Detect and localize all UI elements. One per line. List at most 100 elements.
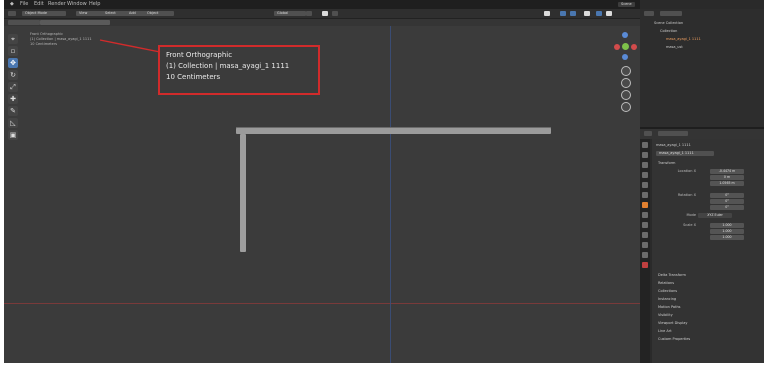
rotation-z-field[interactable]: 0° xyxy=(710,205,744,210)
custom-properties-section[interactable]: Custom Properties xyxy=(658,337,690,341)
view-menu[interactable]: View xyxy=(76,11,104,16)
outliner-editor-icon[interactable] xyxy=(644,11,654,16)
viewport-info-small: Front Orthographic (1) Collection | masa… xyxy=(30,32,92,47)
object-properties: masa_ayagi_1 1111 masa_ayagi_1 1111 Tran… xyxy=(652,139,764,363)
snap-icon[interactable] xyxy=(322,11,328,16)
x-axis-gizmo-icon[interactable] xyxy=(631,44,637,50)
z-axis-gizmo-icon[interactable] xyxy=(622,32,628,38)
shading-solid-icon[interactable] xyxy=(596,11,602,16)
rotation-mode-select[interactable]: XYZ Euler xyxy=(698,213,732,218)
object-tab-icon[interactable] xyxy=(642,202,648,208)
scale-icon[interactable]: ⤢ xyxy=(8,82,18,92)
outliner: Scene Collection Collection masa_ayagi_1… xyxy=(640,9,764,129)
properties-search-input[interactable] xyxy=(658,131,688,136)
physics-tab-icon[interactable] xyxy=(642,232,648,238)
viewport-display-section[interactable]: Viewport Display xyxy=(658,321,688,325)
y-axis-gizmo-icon[interactable] xyxy=(622,43,629,50)
menu-render[interactable]: Render xyxy=(48,1,66,8)
scene-collection-row[interactable]: Scene Collection xyxy=(654,21,683,25)
world-tab-icon[interactable] xyxy=(642,192,648,198)
rotation-mode-label: Mode xyxy=(686,213,696,217)
vertical-leg-object[interactable] xyxy=(240,134,246,252)
scale-z-field[interactable]: 1.000 xyxy=(710,235,744,240)
delta-transform-section[interactable]: Delta Transform xyxy=(658,273,686,277)
outliner-object-row[interactable]: masa_ayagi_1 1111 xyxy=(666,37,701,41)
outliner-object-row[interactable]: masa_ust xyxy=(666,45,683,49)
cursor-icon[interactable]: ⌖ xyxy=(8,34,18,44)
visibility-section[interactable]: Visibility xyxy=(658,313,673,317)
perspective-toggle-icon[interactable] xyxy=(621,102,631,112)
rotation-y-field[interactable]: 0° xyxy=(710,199,744,204)
drag-option[interactable] xyxy=(64,20,88,25)
select-box-icon[interactable]: ▫ xyxy=(8,46,18,56)
rotate-icon[interactable]: ↻ xyxy=(8,70,18,80)
location-x-field[interactable]: -0.4474 m xyxy=(710,169,744,174)
pivot-icon[interactable] xyxy=(306,11,312,16)
tweak-option[interactable] xyxy=(86,20,110,25)
3d-viewport[interactable]: Front Orthographic (1) Collection | masa… xyxy=(4,26,640,363)
shading-material-icon[interactable] xyxy=(606,11,612,16)
gizmo-icon[interactable] xyxy=(560,11,566,16)
particles-tab-icon[interactable] xyxy=(642,222,648,228)
add-menu[interactable]: Add xyxy=(126,11,146,16)
measure-icon[interactable]: ◺ xyxy=(8,118,18,128)
object-name-field[interactable]: masa_ayagi_1 1111 xyxy=(656,151,714,156)
relations-section[interactable]: Relations xyxy=(658,281,674,285)
transform-orientation-selector[interactable]: Global xyxy=(274,11,306,16)
add-cube-icon[interactable]: ▣ xyxy=(8,130,18,140)
menu-window[interactable]: Window xyxy=(67,1,87,8)
menu-help[interactable]: Help xyxy=(89,1,100,8)
collection-text: (1) Collection | masa_ayagi_1 1111 xyxy=(166,62,290,70)
scene-tab-icon[interactable] xyxy=(642,182,648,188)
editor-type-icon[interactable] xyxy=(8,11,16,16)
z-neg-gizmo-icon[interactable] xyxy=(622,54,628,60)
tool-settings-selector[interactable] xyxy=(8,20,40,25)
horizontal-beam-object[interactable] xyxy=(236,127,551,134)
output-tab-icon[interactable] xyxy=(642,162,648,168)
camera-view-icon[interactable] xyxy=(621,90,631,100)
transform-section-header[interactable]: Transform xyxy=(658,161,675,165)
render-tab-icon[interactable] xyxy=(642,152,648,158)
proportional-edit-icon[interactable] xyxy=(332,11,338,16)
scale-x-field[interactable]: 1.000 xyxy=(710,223,744,228)
callout-leader-line xyxy=(99,39,161,53)
scale-y-field[interactable]: 1.000 xyxy=(710,229,744,234)
viewport-toolbar: ⌖ ▫ ✥ ↻ ⤢ ✚ ✎ ◺ ▣ xyxy=(8,34,20,142)
object-menu[interactable]: Object xyxy=(144,11,174,16)
transform-icon[interactable]: ✚ xyxy=(8,94,18,104)
select-menu[interactable]: Select xyxy=(102,11,128,16)
instancing-section[interactable]: Instancing xyxy=(658,297,676,301)
scene-selector[interactable]: Scene xyxy=(618,2,635,7)
line-art-section[interactable]: Line Art xyxy=(658,329,672,333)
move-icon[interactable]: ✥ xyxy=(8,58,18,68)
constraints-tab-icon[interactable] xyxy=(642,242,648,248)
properties-tabs xyxy=(640,139,650,363)
collections-section[interactable]: Collections xyxy=(658,289,677,293)
view-layer-tab-icon[interactable] xyxy=(642,172,648,178)
location-z-field[interactable]: 1.0565 m xyxy=(710,181,744,186)
menu-file[interactable]: File xyxy=(20,1,28,8)
tool-tab-icon[interactable] xyxy=(642,142,648,148)
collection-row[interactable]: Collection xyxy=(660,29,677,33)
properties-editor-icon[interactable] xyxy=(644,131,652,136)
material-tab-icon[interactable] xyxy=(642,262,648,268)
annotate-icon[interactable]: ✎ xyxy=(8,106,18,116)
mode-selector[interactable]: Object Mode xyxy=(22,11,66,16)
data-tab-icon[interactable] xyxy=(642,252,648,258)
motion-paths-section[interactable]: Motion Paths xyxy=(658,305,681,309)
outliner-search-input[interactable] xyxy=(660,11,682,16)
select-mode-option[interactable] xyxy=(40,20,66,25)
menu-edit[interactable]: Edit xyxy=(34,1,44,8)
location-y-field[interactable]: 0 m xyxy=(710,175,744,180)
view-name-text: Front Orthographic xyxy=(166,51,233,59)
xray-icon[interactable] xyxy=(584,11,590,16)
rotation-x-field[interactable]: 0° xyxy=(710,193,744,198)
x-neg-gizmo-icon[interactable] xyxy=(614,44,620,50)
modifier-tab-icon[interactable] xyxy=(642,212,648,218)
overlays-icon[interactable] xyxy=(570,11,576,16)
zoom-icon[interactable] xyxy=(621,66,631,76)
pan-icon[interactable] xyxy=(621,78,631,88)
rotation-label: Rotation X xyxy=(677,193,696,197)
visibility-icon[interactable] xyxy=(544,11,550,16)
blender-logo-icon[interactable]: ◆ xyxy=(10,1,14,8)
